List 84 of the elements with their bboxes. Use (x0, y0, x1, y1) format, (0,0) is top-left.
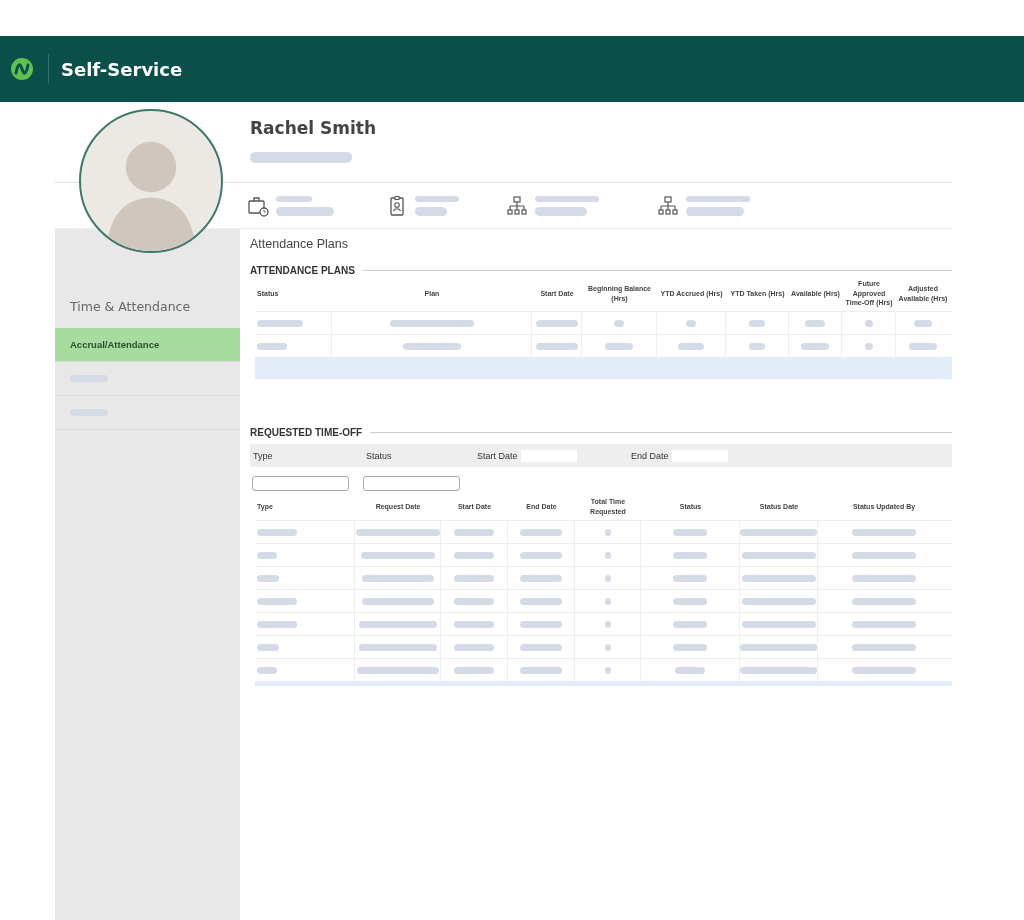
skeleton-bar (852, 528, 916, 536)
sidebar-item[interactable]: Accrual/Attendance (55, 328, 240, 362)
skeleton-bar (673, 620, 707, 628)
skeleton-bar (852, 597, 916, 605)
skeleton-bar (257, 551, 277, 559)
app-title: Self-Service (61, 58, 183, 80)
skeleton-bar (805, 319, 825, 327)
skeleton-bar (520, 528, 562, 536)
skeleton-bar (914, 319, 932, 327)
skeleton-bar (257, 342, 287, 350)
skeleton-bar (678, 342, 704, 350)
org-chart-icon (506, 194, 528, 217)
skeleton-bar (604, 574, 611, 582)
skeleton-bar (604, 666, 611, 674)
filter-label: Start Date (477, 450, 518, 461)
skeleton-bar (520, 666, 562, 674)
skeleton-bar (415, 206, 447, 216)
skeleton-bar (520, 643, 562, 651)
skeleton-bar (535, 342, 578, 350)
skeleton-bar (257, 666, 277, 674)
sidebar-section-title: Time & Attendance (69, 299, 192, 316)
skeleton-bar (749, 319, 765, 327)
skeleton-bar (852, 574, 916, 582)
filter-field[interactable] (363, 476, 460, 491)
filter-field[interactable] (252, 476, 349, 491)
skeleton-bar (520, 597, 562, 605)
skeleton-bar (402, 342, 461, 350)
skeleton-bar (749, 342, 765, 350)
skeleton-bar (535, 206, 587, 216)
skeleton-bar (604, 551, 611, 559)
section-title: REQUESTED TIME-OFF (250, 427, 363, 438)
skeleton-bar (686, 319, 696, 327)
skeleton-bar (852, 643, 916, 651)
skeleton-bar (614, 319, 624, 327)
filter-label: Type (253, 450, 273, 461)
skeleton-bar (520, 574, 562, 582)
skeleton-bar (864, 319, 873, 327)
profile-name: Rachel Smith (250, 118, 378, 138)
skeleton-bar (675, 666, 705, 674)
skeleton-bar (257, 620, 297, 628)
skeleton-bar (257, 574, 279, 582)
skeleton-bar (454, 528, 494, 536)
skeleton-bar (604, 597, 611, 605)
filter-label: End Date (631, 450, 669, 461)
skeleton-bar (415, 195, 459, 202)
skeleton-bar (604, 528, 611, 536)
skeleton-bar (520, 620, 562, 628)
skeleton-bar (535, 319, 578, 327)
skeleton-bar (454, 643, 494, 651)
skeleton-bar (801, 342, 829, 350)
skeleton-bar (673, 574, 707, 582)
skeleton-bar (852, 620, 916, 628)
org-chart-icon (657, 194, 679, 217)
skeleton-bar (276, 195, 312, 202)
skeleton-bar (520, 551, 562, 559)
briefcase-clock-icon (247, 194, 269, 217)
skeleton-bar (604, 620, 611, 628)
skeleton-bar (257, 319, 303, 327)
skeleton-bar (257, 643, 279, 651)
skeleton-bar (454, 666, 494, 674)
skeleton-bar (909, 342, 937, 350)
logo-icon (10, 57, 34, 81)
skeleton-bar (673, 551, 707, 559)
skeleton-bar (257, 597, 297, 605)
skeleton-bar (535, 195, 599, 202)
skeleton-bar (686, 195, 750, 202)
skeleton-bar (604, 643, 611, 651)
skeleton-bar (605, 342, 633, 350)
filter-label: Status (366, 450, 392, 461)
skeleton-bar (852, 666, 916, 674)
skeleton-bar (454, 620, 494, 628)
skeleton-bar (454, 597, 494, 605)
skeleton-bar (454, 574, 494, 582)
skeleton-bar (276, 206, 334, 216)
skeleton-bar (673, 528, 707, 536)
skeleton-bar (852, 551, 916, 559)
skeleton-bar (673, 643, 707, 651)
skeleton-bar (673, 597, 707, 605)
skeleton-bar (864, 342, 873, 350)
skeleton-bar (686, 206, 744, 216)
section-title: ATTENDANCE PLANS (250, 265, 355, 276)
page-title: Attendance Plans (250, 236, 349, 253)
skeleton-bar (454, 551, 494, 559)
skeleton-bar (257, 528, 297, 536)
